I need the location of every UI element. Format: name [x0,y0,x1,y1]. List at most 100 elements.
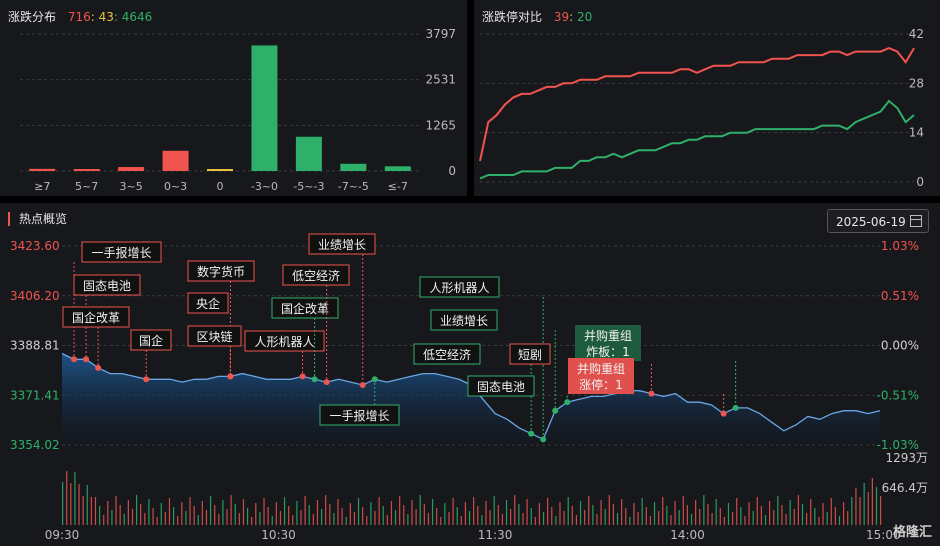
volume-bar [452,498,454,525]
volume-bar [423,504,425,525]
volume-bar [275,502,277,525]
annotation-dot [720,410,727,417]
volume-bar [575,515,578,525]
volume-bar [571,506,573,525]
annotation-label: 人形机器人 [254,335,314,349]
volume-bar [822,503,824,525]
volume-bar [448,512,450,525]
volume-bar [592,505,594,525]
hot-xtick: 14:00 [670,528,705,542]
dist-bar [384,166,411,171]
annotation-label: 国企改革 [72,310,120,325]
volume-bar [608,495,610,525]
volume-bar [185,511,187,525]
volume-bar [362,507,364,525]
volume-bar [579,501,582,525]
volume-mid-label: 646.4万 [882,481,928,495]
volume-bar [172,507,175,525]
volume-bar [559,502,561,525]
annotation-dot [564,399,571,406]
volume-bar [86,485,88,525]
volume-bar [760,506,762,525]
volume-bar [859,497,861,525]
volume-bar [621,499,623,525]
hot-ytick-right: 0.00% [881,339,919,353]
volume-bar [111,510,113,525]
annotation-dot [540,436,547,443]
volume-bar [584,510,586,525]
volume-bar [600,500,602,525]
volume-bar [292,515,294,525]
volume-bar [214,505,216,525]
volume-bar [357,498,360,525]
volume-bar [218,514,220,525]
annotation-dot [359,381,366,388]
volume-bar [70,483,72,525]
volume-bar [477,506,479,525]
volume-bar [555,516,557,525]
volume-bar [403,505,405,525]
volume-bar [625,508,627,525]
volume-bar [493,496,495,525]
volume-bar [333,513,335,525]
volume-bar [522,513,524,525]
volume-bar [300,510,302,525]
annotation-dot [732,404,739,411]
volume-bar [94,497,97,525]
volume-bar [588,496,590,525]
annotation-label: 涨停：1 [579,377,623,392]
volume-bar [168,498,171,525]
volume-bar [875,487,878,525]
volume-bar [222,500,224,525]
volume-bar [740,507,742,525]
volume-bar [431,499,434,525]
dist-xtick: -5~-3 [293,180,324,193]
volume-bar [732,512,734,525]
annotation-dot [371,376,378,383]
volume-bar [674,501,676,525]
volume-bar [189,497,191,525]
volume-bar [407,514,409,525]
volume-bar [814,508,816,525]
hot-xtick: 10:30 [261,528,296,542]
ratio-ytick: 0 [916,175,924,189]
volume-bar [501,514,504,525]
volume-bar [197,515,199,525]
volume-bar [209,496,212,525]
volume-bar [867,492,869,525]
volume-bar [851,497,853,525]
volume-bar [727,503,730,525]
volume-bar [82,496,84,525]
volume-bar [66,471,68,525]
dist-bar [118,167,145,171]
volume-bar [177,516,179,525]
annotation-label: 短剧 [518,348,542,362]
volume-bar [818,517,820,525]
volume-bar [645,507,647,525]
hot-ytick-right: 0.51% [881,289,919,303]
volume-bar [399,496,401,525]
volume-bar [255,503,257,525]
dist-xtick: 0~3 [164,180,187,193]
volume-bar [682,496,684,525]
volume-bar [489,510,491,525]
dist-bar [162,150,189,171]
volume-bar [107,501,109,525]
volume-bar [666,506,668,525]
volume-bar [871,478,873,525]
annotation-label: 一手报增长 [329,408,389,423]
volume-max-label: 1293万 [885,451,928,465]
dist-xtick: ≥7 [34,180,50,193]
volume-bar [534,517,536,525]
volume-bar [481,515,483,525]
annotation-label: 炸板：1 [586,345,630,359]
volume-bar [744,516,746,525]
volume-bar [563,511,565,525]
volume-bar [662,497,664,525]
volume-bar [797,495,799,525]
annotation-label: 并购重组 [577,361,625,376]
volume-bar [181,502,183,525]
dist-bar [29,168,56,171]
ratio-ytick: 28 [909,76,924,90]
volume-bar [390,501,393,525]
